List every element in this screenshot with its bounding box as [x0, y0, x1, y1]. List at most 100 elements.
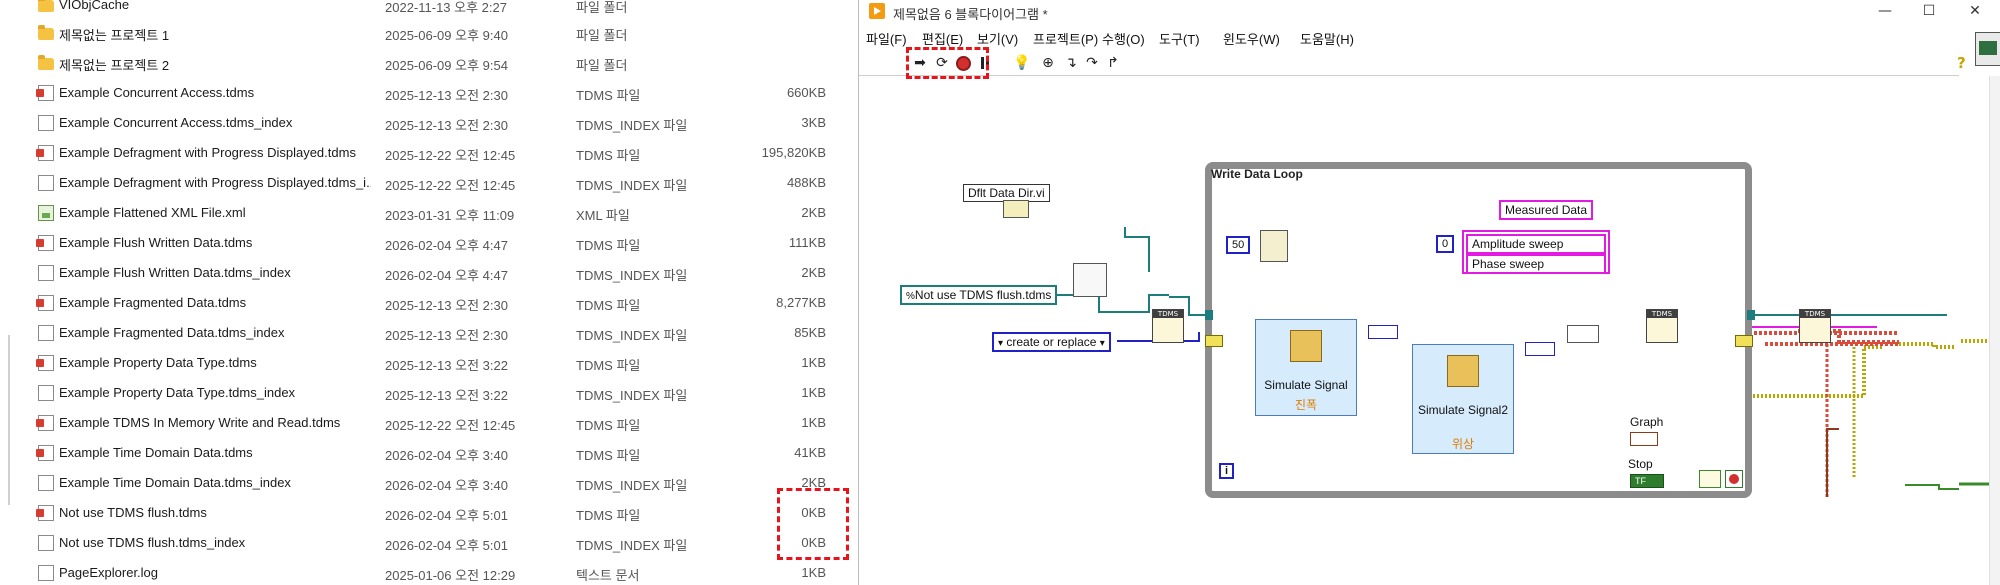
menu-operate[interactable]: 수행(O)	[1102, 29, 1145, 48]
wait-ms-constant[interactable]: 50	[1226, 236, 1251, 254]
file-path-constant[interactable]: %Not use TDMS flush.tdms	[900, 285, 1058, 305]
file-date: 2025-12-13 오전 3:22	[385, 358, 508, 373]
menu-help[interactable]: 도움말(H)	[1300, 29, 1354, 48]
menu-project[interactable]: 프로젝트(P)	[1033, 29, 1098, 48]
file-name: Example Time Domain Data.tdms_index	[59, 475, 291, 490]
zero-constant[interactable]: 0	[1436, 235, 1455, 253]
stop-terminal[interactable]: TF	[1630, 474, 1664, 488]
document-icon	[38, 565, 54, 581]
file-date: 2025-12-13 오전 2:30	[385, 88, 508, 103]
maximize-button[interactable]: ☐	[1907, 0, 1951, 22]
tdms-file-icon	[36, 235, 54, 251]
file-name: Example Flush Written Data.tdms	[59, 235, 253, 250]
document-icon	[38, 325, 54, 341]
file-row[interactable]: VIObjCache 2022-11-13 오후 2:27 파일 폴더	[0, 0, 858, 20]
menu-tools[interactable]: 도구(T)	[1159, 29, 1200, 48]
amplitude-sweep-element[interactable]: Amplitude sweep	[1466, 234, 1606, 254]
step-over-icon[interactable]: ↷	[1083, 54, 1101, 72]
simulate-signal-2-phase-input[interactable]: 위상	[1413, 435, 1513, 452]
build-path-node[interactable]	[1073, 263, 1107, 297]
or-function-node[interactable]	[1699, 470, 1721, 488]
highlight-execution-icon[interactable]: 💡	[1013, 54, 1031, 72]
file-row[interactable]: PageExplorer.log 2025-01-06 오전 12:29 텍스트 문…	[0, 558, 858, 585]
file-row[interactable]: Example Fragmented Data.tdms_index 2025-1…	[0, 318, 858, 348]
tdms-open-node[interactable]: TDMS	[1152, 309, 1184, 343]
graph-label: Graph	[1630, 415, 1664, 429]
tdms-write-node[interactable]: TDMS	[1646, 309, 1678, 343]
wait-timer-icon[interactable]	[1260, 230, 1288, 262]
file-size: 8,277KB	[776, 295, 826, 310]
context-help-icon[interactable]: ?	[1957, 54, 1973, 72]
operation-enum-constant[interactable]: ▾ create or replace ▾	[992, 332, 1111, 352]
file-row[interactable]: Not use TDMS flush.tdms_index 2026-02-04 …	[0, 528, 858, 558]
loop-condition-stop-icon[interactable]	[1725, 470, 1743, 488]
block-diagram-canvas[interactable]: Dflt Data Dir.vi %Not use TDMS flush.tdm…	[859, 77, 1989, 585]
file-type: TDMS 파일	[576, 418, 641, 433]
menu-edit[interactable]: 편집(E)	[922, 29, 963, 48]
file-row[interactable]: 제목없는 프로젝트 2 2025-06-09 오후 9:54 파일 폴더	[0, 48, 858, 78]
file-row[interactable]: Example Time Domain Data.tdms 2026-02-04 …	[0, 438, 858, 468]
file-size: 3KB	[801, 115, 826, 130]
build-array-node[interactable]	[1567, 325, 1599, 343]
labview-app-icon	[869, 3, 885, 19]
file-row[interactable]: Example Property Data Type.tdms 2025-12-1…	[0, 348, 858, 378]
graph-terminal[interactable]	[1630, 432, 1658, 446]
file-name: Example Fragmented Data.tdms_index	[59, 325, 285, 340]
phase-sweep-element[interactable]: Phase sweep	[1466, 254, 1606, 274]
highlight-run-controls-box	[906, 47, 989, 79]
folder-icon	[38, 0, 54, 12]
file-name: Example Property Data Type.tdms	[59, 355, 257, 370]
minimize-button[interactable]: —	[1863, 0, 1907, 22]
tdms-file-icon	[36, 445, 54, 461]
file-name: Example TDMS In Memory Write and Read.td…	[59, 415, 341, 430]
menu-view[interactable]: 보기(V)	[977, 29, 1018, 48]
waveform-convert-node-1[interactable]	[1368, 325, 1398, 339]
file-explorer-list: VIObjCache 2022-11-13 오후 2:27 파일 폴더 제목없는 프로…	[0, 0, 858, 585]
sweep-array-constant[interactable]: Amplitude sweep Phase sweep	[1462, 230, 1610, 274]
file-row[interactable]: Example Time Domain Data.tdms_index 2026-…	[0, 468, 858, 498]
file-row[interactable]: Example Flattened XML File.xml 2023-01-31…	[0, 198, 858, 228]
retain-wire-values-icon[interactable]: ⊕	[1039, 54, 1057, 72]
document-icon	[38, 175, 54, 191]
file-row[interactable]: Example Concurrent Access.tdms 2025-12-13…	[0, 78, 858, 108]
simulate-signal-2-express-vi[interactable]: Simulate Signal2 위상	[1412, 344, 1514, 454]
measured-data-constant[interactable]: Measured Data	[1499, 200, 1594, 220]
dflt-data-dir-node[interactable]	[1003, 200, 1029, 218]
file-type: TDMS 파일	[576, 88, 641, 103]
file-name: Example Defragment with Progress Display…	[59, 175, 371, 190]
file-row[interactable]: Example Concurrent Access.tdms_index 2025…	[0, 108, 858, 138]
file-row[interactable]: Example TDMS In Memory Write and Read.td…	[0, 408, 858, 438]
file-row[interactable]: 제목없는 프로젝트 1 2025-06-09 오후 9:40 파일 폴더	[0, 18, 858, 48]
file-row[interactable]: Example Property Data Type.tdms_index 202…	[0, 378, 858, 408]
file-type: TDMS 파일	[576, 238, 641, 253]
file-row[interactable]: Example Fragmented Data.tdms 2025-12-13 오…	[0, 288, 858, 318]
file-date: 2022-11-13 오후 2:27	[385, 0, 507, 15]
file-row[interactable]: Example Defragment with Progress Display…	[0, 138, 858, 168]
file-date: 2026-02-04 오후 3:40	[385, 478, 508, 493]
labview-block-diagram-window: 제목없음 6 블록다이어그램 * — ☐ ✕ 파일(F) 편집(E) 보기(V)…	[858, 0, 2000, 585]
simulate-signal-1-express-vi[interactable]: Simulate Signal 진폭	[1255, 319, 1357, 416]
file-row[interactable]: Example Defragment with Progress Display…	[0, 168, 858, 198]
vertical-scrollbar[interactable]	[1989, 76, 2000, 585]
file-name: Example Defragment with Progress Display…	[59, 145, 356, 160]
folder-icon	[38, 55, 54, 70]
step-into-icon[interactable]: ↴	[1062, 54, 1080, 72]
file-type: TDMS_INDEX 파일	[576, 478, 688, 493]
screen: VIObjCache 2022-11-13 오후 2:27 파일 폴더 제목없는 프로…	[0, 0, 2000, 585]
close-button[interactable]: ✕	[1953, 0, 1997, 22]
file-row[interactable]: Example Flush Written Data.tdms_index 202…	[0, 258, 858, 288]
waveform-convert-node-2[interactable]	[1525, 342, 1555, 356]
menu-window[interactable]: 윈도우(W)	[1223, 29, 1280, 48]
file-date: 2025-12-13 오전 2:30	[385, 118, 508, 133]
file-row[interactable]: Example Flush Written Data.tdms 2026-02-0…	[0, 228, 858, 258]
file-date: 2025-12-22 오전 12:45	[385, 148, 516, 163]
menu-file[interactable]: 파일(F)	[866, 29, 907, 48]
simulate-signal-1-amplitude-input[interactable]: 진폭	[1256, 396, 1356, 413]
step-out-icon[interactable]: ↱	[1104, 54, 1122, 72]
simulate-signal-1-label: Simulate Signal	[1264, 378, 1348, 392]
tdms-close-node[interactable]: TDMS	[1799, 309, 1831, 343]
file-name: Not use TDMS flush.tdms_index	[59, 535, 246, 550]
file-row[interactable]: Not use TDMS flush.tdms 2026-02-04 오후 5:0…	[0, 498, 858, 528]
file-name: Example Fragmented Data.tdms	[59, 295, 247, 310]
file-type: TDMS_INDEX 파일	[576, 268, 688, 283]
